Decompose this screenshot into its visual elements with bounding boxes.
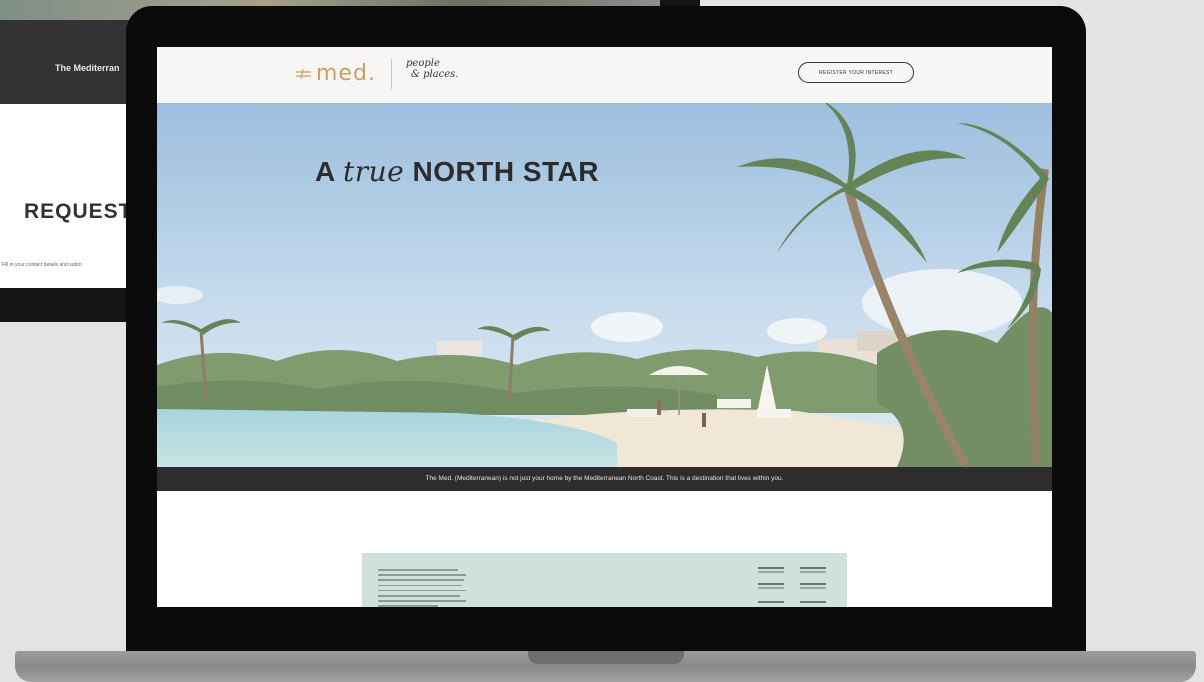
- info-stat: [800, 571, 826, 573]
- info-text-line: [378, 589, 466, 592]
- info-stat: [800, 587, 826, 589]
- info-stat: [758, 571, 784, 573]
- info-stat: [758, 567, 784, 569]
- info-stat: [800, 601, 826, 603]
- hero-section: A true NORTH STAR: [157, 103, 1052, 467]
- info-text-line: [378, 574, 466, 576]
- info-text-line: [378, 584, 462, 587]
- info-stat: [758, 601, 784, 603]
- hero-caption-band: The Med. (Mediterranean) is not just you…: [157, 467, 1052, 491]
- hero-title-suffix: NORTH STAR: [404, 156, 599, 187]
- info-text-line: [378, 569, 458, 571]
- back-request-subtext: Fill in your contact details and subm: [2, 262, 82, 268]
- site-header: med. people & places. REGISTER YOUR INTE…: [157, 47, 1052, 103]
- logo-divider: [391, 59, 392, 89]
- info-stat: [800, 567, 826, 569]
- info-text-line: [378, 594, 460, 597]
- people-places-logo: people & places.: [406, 58, 458, 80]
- med-logo-wordmark: med: [316, 61, 368, 86]
- hero-title: A true NORTH STAR: [157, 155, 757, 188]
- med-logo[interactable]: med.: [294, 61, 376, 86]
- info-card-text-block: [378, 569, 466, 607]
- info-stat: [758, 583, 784, 585]
- laptop-screen: med. people & places. REGISTER YOUR INTE…: [157, 47, 1052, 607]
- info-stat: [800, 583, 826, 585]
- info-stat: [758, 587, 784, 589]
- register-interest-button[interactable]: REGISTER YOUR INTEREST: [798, 62, 914, 83]
- info-text-line: [378, 600, 466, 602]
- hero-caption: The Med. (Mediterranean) is not just you…: [425, 475, 784, 482]
- hero-title-prefix: A: [315, 156, 343, 187]
- info-text-line: [378, 605, 438, 607]
- info-card: [362, 553, 847, 607]
- laptop-notch: [528, 651, 684, 664]
- people-logo-line2: & places.: [411, 69, 459, 80]
- hero-title-italic: true: [342, 155, 405, 188]
- med-logo-icon: [296, 68, 311, 80]
- back-band-text: The Mediterran: [55, 63, 120, 73]
- med-logo-dot: .: [367, 61, 376, 86]
- info-text-line: [378, 579, 464, 581]
- people-logo-line1: people: [406, 58, 440, 69]
